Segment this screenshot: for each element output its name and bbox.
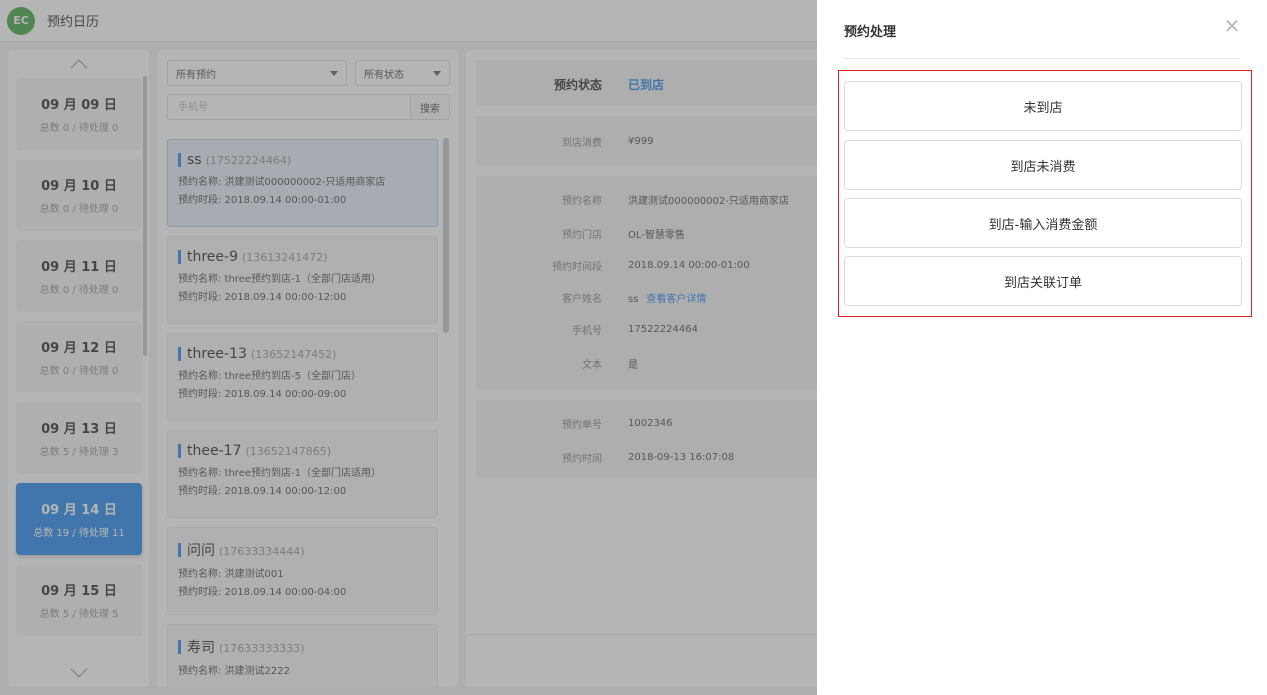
- arrived-link-order-button[interactable]: 到店关联订单: [844, 256, 1242, 306]
- process-drawer: 预约处理 ✕ 未到店 到店未消费 到店-输入消费金额 到店关联订单: [817, 0, 1267, 695]
- overlay-mask[interactable]: [0, 0, 817, 695]
- action-group-highlight: 未到店 到店未消费 到店-输入消费金额 到店关联订单: [838, 70, 1252, 317]
- arrived-enter-amount-button[interactable]: 到店-输入消费金额: [844, 198, 1242, 248]
- drawer-title: 预约处理: [844, 25, 897, 40]
- close-icon[interactable]: ✕: [1221, 14, 1243, 38]
- arrived-no-spend-button[interactable]: 到店未消费: [844, 140, 1242, 190]
- drawer-divider: [844, 58, 1240, 59]
- not-arrived-button[interactable]: 未到店: [844, 81, 1242, 131]
